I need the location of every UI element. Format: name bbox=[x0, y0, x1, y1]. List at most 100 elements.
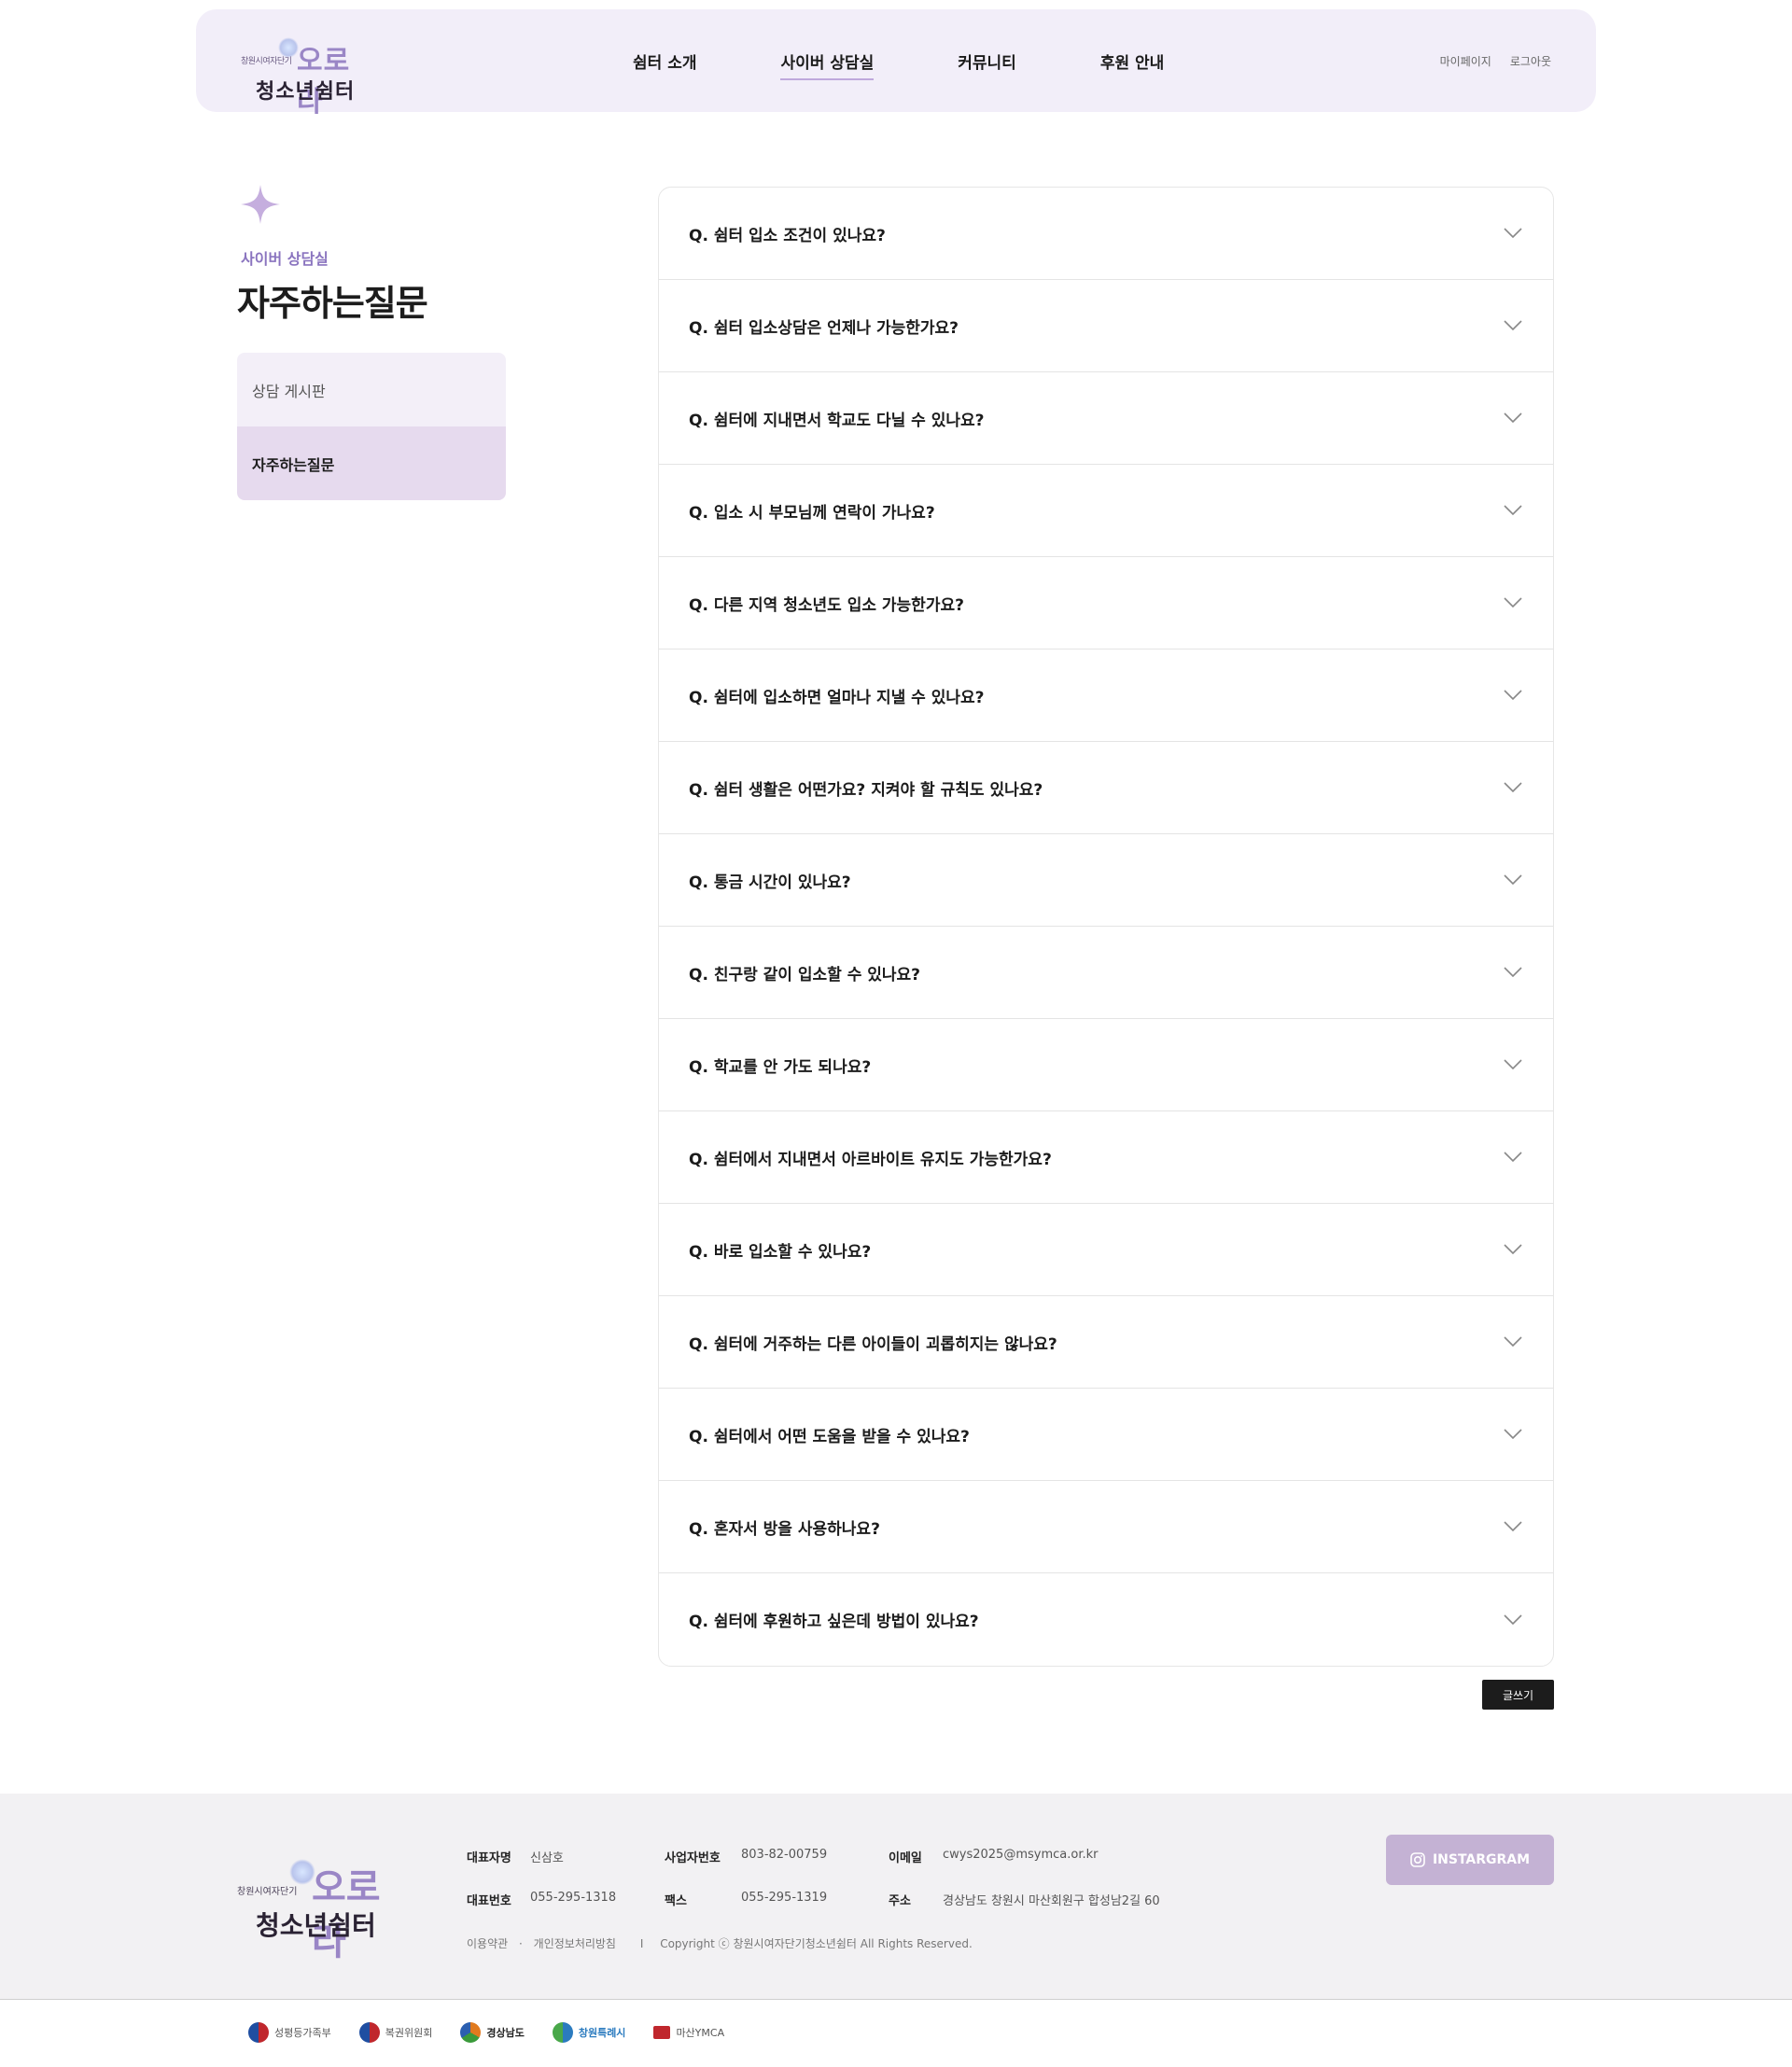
email-value: cwys2025@msymca.or.kr bbox=[943, 1848, 1099, 1862]
separator-dot: · bbox=[519, 1937, 523, 1950]
instagram-button[interactable]: INSTARGRAM bbox=[1386, 1835, 1554, 1885]
chevron-down-icon bbox=[1504, 1059, 1522, 1070]
faq-question: Q. 학교를 안 가도 되나요? bbox=[689, 1057, 872, 1077]
footer-logo: 창원시여자단기 오로라 청소년쉼터 bbox=[237, 1844, 396, 1963]
tel-value: 055-295-1318 bbox=[530, 1891, 617, 1905]
faq-question: Q. 쉼터에서 지내면서 아르바이트 유지도 가능한가요? bbox=[689, 1150, 1052, 1169]
faq-item[interactable]: Q. 다른 지역 청소년도 입소 가능한가요? bbox=[659, 557, 1553, 649]
site-logo[interactable]: 창원시여자단기 오로라 청소년쉼터 bbox=[241, 26, 371, 119]
privacy-link[interactable]: 개인정보처리방침 bbox=[534, 1937, 616, 1950]
faq-item[interactable]: Q. 쉼터에 입소하면 얼마나 지낼 수 있나요? bbox=[659, 649, 1553, 742]
partner-label: 마산YMCA bbox=[676, 2027, 725, 2039]
faq-item[interactable]: Q. 쉼터에서 지내면서 아르바이트 유지도 가능한가요? bbox=[659, 1111, 1553, 1204]
chevron-down-icon bbox=[1504, 412, 1522, 424]
chevron-down-icon bbox=[1504, 1521, 1522, 1532]
addr-label: 주소 bbox=[889, 1894, 911, 1908]
faq-item[interactable]: Q. 쉼터 입소상담은 언제나 가능한가요? bbox=[659, 280, 1553, 372]
faq-item[interactable]: Q. 쉼터에 지내면서 학교도 다닐 수 있나요? bbox=[659, 372, 1553, 465]
chevron-down-icon bbox=[1504, 1152, 1522, 1163]
email-label: 이메일 bbox=[889, 1851, 922, 1865]
faq-item[interactable]: Q. 쉼터에 거주하는 다른 아이들이 괴롭히지는 않나요? bbox=[659, 1296, 1553, 1389]
faq-question: Q. 입소 시 부모님께 연락이 가나요? bbox=[689, 503, 935, 523]
faq-question: Q. 쉼터에 거주하는 다른 아이들이 괴롭히지는 않나요? bbox=[689, 1334, 1057, 1354]
partner-logo[interactable]: 창원특례시 bbox=[552, 2022, 626, 2043]
rep-value: 신삼호 bbox=[530, 1851, 564, 1865]
logo-sub-text: 청소년쉼터 bbox=[256, 80, 356, 104]
faq-item[interactable]: Q. 입소 시 부모님께 연락이 가나요? bbox=[659, 465, 1553, 557]
changwon-emblem-icon bbox=[552, 2022, 573, 2043]
chevron-down-icon bbox=[1504, 1613, 1522, 1625]
faq-question: Q. 혼자서 방을 사용하나요? bbox=[689, 1519, 880, 1539]
faq-question: Q. 친구랑 같이 입소할 수 있나요? bbox=[689, 965, 921, 985]
footer-logo-small-text: 창원시여자단기 bbox=[237, 1887, 298, 1897]
instagram-icon bbox=[1410, 1852, 1425, 1867]
partner-logos: 성평등가족부 복권위원회 경상남도 창원특례시 마산YMCA bbox=[248, 2016, 752, 2049]
footer: 창원시여자단기 오로라 청소년쉼터 대표자명 신삼호 사업자번호 803-82-… bbox=[0, 1794, 1792, 1999]
page-title: 자주하는질문 bbox=[237, 283, 428, 324]
chevron-down-icon bbox=[1504, 505, 1522, 516]
ymca-emblem-icon bbox=[653, 2026, 671, 2039]
section-breadcrumb: 사이버 상담실 bbox=[241, 250, 329, 268]
chevron-down-icon bbox=[1504, 228, 1522, 239]
faq-question: Q. 쉼터 입소상담은 언제나 가능한가요? bbox=[689, 318, 959, 338]
faq-item[interactable]: Q. 쉼터 생활은 어떤가요? 지켜야 할 규칙도 있나요? bbox=[659, 742, 1553, 834]
faq-item[interactable]: Q. 혼자서 방을 사용하나요? bbox=[659, 1481, 1553, 1573]
faq-item[interactable]: Q. 친구랑 같이 입소할 수 있나요? bbox=[659, 927, 1553, 1019]
addr-value: 경상남도 창원시 마산회원구 합성남2길 60 bbox=[943, 1894, 1160, 1908]
nav-about[interactable]: 쉼터 소개 bbox=[633, 42, 696, 80]
footer-divider bbox=[0, 1999, 1792, 2000]
header: 창원시여자단기 오로라 청소년쉼터 쉼터 소개 사이버 상담실 커뮤니티 후원 … bbox=[196, 9, 1596, 119]
gyeongnam-emblem-icon bbox=[460, 2022, 482, 2043]
faq-item[interactable]: Q. 학교를 안 가도 되나요? bbox=[659, 1019, 1553, 1111]
terms-link[interactable]: 이용약관 bbox=[467, 1937, 508, 1950]
chevron-down-icon bbox=[1504, 690, 1522, 701]
faq-question: Q. 쉼터에서 어떤 도움을 받을 수 있나요? bbox=[689, 1427, 970, 1446]
side-item-faq[interactable]: 자주하는질문 bbox=[237, 426, 506, 500]
partner-label: 성평등가족부 bbox=[274, 2027, 331, 2039]
chevron-down-icon bbox=[1504, 1429, 1522, 1440]
nav-sponsorship[interactable]: 후원 안내 bbox=[1100, 42, 1164, 80]
main-nav: 쉼터 소개 사이버 상담실 커뮤니티 후원 안내 bbox=[633, 9, 1248, 112]
faq-question: Q. 다른 지역 청소년도 입소 가능한가요? bbox=[689, 595, 964, 615]
separator-bar: I bbox=[639, 1937, 644, 1950]
chevron-down-icon bbox=[1504, 874, 1522, 886]
write-button[interactable]: 글쓰기 bbox=[1482, 1680, 1554, 1710]
footer-copyright-row: 이용약관 · 개인정보처리방침 I Copyright ⓒ 창원시여자단기청소년… bbox=[467, 1935, 980, 1951]
instagram-label: INSTARGRAM bbox=[1432, 1852, 1531, 1867]
mypage-link[interactable]: 마이페이지 bbox=[1440, 53, 1491, 69]
faq-item[interactable]: Q. 쉼터에서 어떤 도움을 받을 수 있나요? bbox=[659, 1389, 1553, 1481]
faq-item[interactable]: Q. 쉼터에 후원하고 싶은데 방법이 있나요? bbox=[659, 1573, 1553, 1666]
nav-community[interactable]: 커뮤니티 bbox=[958, 42, 1016, 80]
fax-label: 팩스 bbox=[665, 1894, 687, 1908]
faq-list: Q. 쉼터 입소 조건이 있나요? Q. 쉼터 입소상담은 언제나 가능한가요?… bbox=[658, 187, 1554, 1667]
logout-link[interactable]: 로그아웃 bbox=[1510, 53, 1551, 69]
partner-label: 경상남도 bbox=[486, 2027, 525, 2039]
partner-logo[interactable]: 마산YMCA bbox=[653, 2025, 724, 2040]
copyright-text: Copyright ⓒ 창원시여자단기청소년쉼터 All Rights Rese… bbox=[660, 1937, 973, 1950]
faq-question: Q. 쉼터 입소 조건이 있나요? bbox=[689, 226, 886, 245]
faq-item[interactable]: Q. 쉼터 입소 조건이 있나요? bbox=[659, 188, 1553, 280]
side-menu: 상담 게시판 자주하는질문 bbox=[237, 353, 506, 500]
partner-logo[interactable]: 성평등가족부 bbox=[248, 2022, 331, 2043]
sparkle-icon bbox=[241, 185, 280, 224]
gov-emblem-icon bbox=[358, 2022, 380, 2043]
partner-logo[interactable]: 경상남도 bbox=[460, 2022, 525, 2043]
partner-label: 복권위원회 bbox=[385, 2027, 433, 2039]
faq-question: Q. 통금 시간이 있나요? bbox=[689, 873, 851, 892]
faq-question: Q. 쉼터에 입소하면 얼마나 지낼 수 있나요? bbox=[689, 688, 985, 707]
faq-item[interactable]: Q. 통금 시간이 있나요? bbox=[659, 834, 1553, 927]
faq-question: Q. 쉼터 생활은 어떤가요? 지켜야 할 규칙도 있나요? bbox=[689, 780, 1043, 800]
faq-question: Q. 쉼터에 지내면서 학교도 다닐 수 있나요? bbox=[689, 411, 985, 430]
biz-value: 803-82-00759 bbox=[741, 1848, 828, 1862]
partner-label: 창원특례시 bbox=[578, 2027, 626, 2039]
nav-cyber-counseling[interactable]: 사이버 상담실 bbox=[780, 42, 874, 80]
gov-emblem-icon bbox=[248, 2022, 269, 2043]
partner-logo[interactable]: 복권위원회 bbox=[358, 2022, 433, 2043]
chevron-down-icon bbox=[1504, 597, 1522, 608]
chevron-down-icon bbox=[1504, 967, 1522, 978]
chevron-down-icon bbox=[1504, 1244, 1522, 1255]
faq-item[interactable]: Q. 바로 입소할 수 있나요? bbox=[659, 1204, 1553, 1296]
logo-small-text: 창원시여자단기 bbox=[241, 57, 292, 66]
utility-links: 마이페이지 로그아웃 bbox=[1421, 9, 1551, 112]
side-item-counseling-board[interactable]: 상담 게시판 bbox=[237, 353, 506, 426]
